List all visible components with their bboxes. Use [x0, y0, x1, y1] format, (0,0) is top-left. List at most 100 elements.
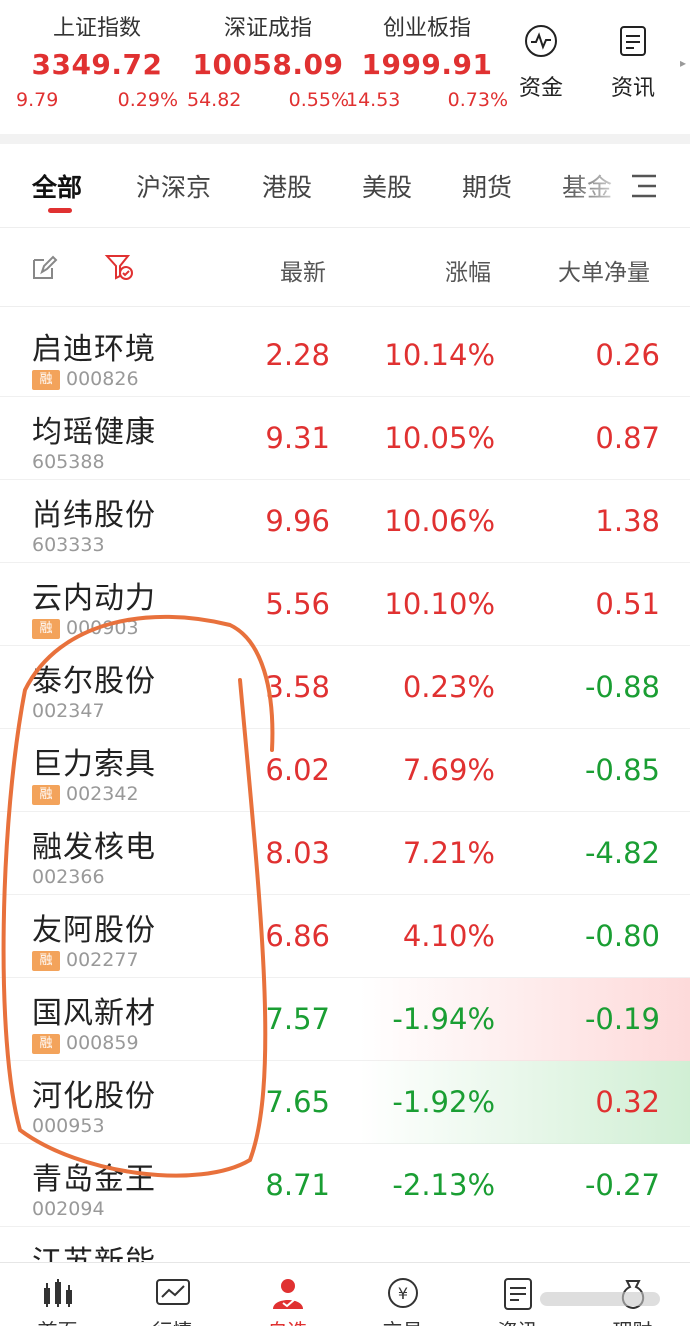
stock-name: 国风新材 — [32, 996, 156, 1031]
nav-watchlist[interactable]: 自选 — [230, 1263, 345, 1326]
stock-name: 青岛金王 — [32, 1162, 156, 1197]
stock-code: 000859 — [66, 1032, 139, 1054]
fund-label: 资金 — [518, 76, 563, 101]
watermark — [540, 1292, 660, 1306]
stock-row[interactable]: 启迪环境融 000826 2.28 10.14% 0.26 — [0, 314, 690, 397]
index-name: 上证指数 — [52, 16, 141, 41]
tab-hk-stocks[interactable]: 港股 — [262, 168, 312, 204]
stock-row[interactable]: 国风新材融 000859 7.57 -1.94% -0.19 — [0, 978, 690, 1061]
stock-code: 000903 — [66, 617, 139, 639]
index-change: 9.79 — [16, 89, 59, 111]
active-tab-indicator — [48, 208, 72, 213]
index-shanghai[interactable]: 上证指数 3349.72 9.79 0.29% — [12, 14, 182, 114]
stock-change-percent: -1.94% — [392, 1002, 495, 1036]
stock-net-volume: 0.32 — [595, 1085, 660, 1119]
market-tabs: 全部 沪深京 港股 美股 期货 基金 — [0, 144, 690, 228]
stock-code: 002342 — [66, 783, 139, 805]
stock-net-volume: -0.80 — [584, 919, 660, 953]
divider — [0, 134, 690, 144]
index-name: 创业板指 — [382, 16, 471, 41]
index-change: 54.82 — [187, 89, 242, 111]
column-net-volume[interactable]: 大单净量 — [558, 253, 650, 287]
stock-net-volume: 0.51 — [595, 587, 660, 621]
stock-row[interactable]: 尚纬股份 603333 9.96 10.06% 1.38 — [0, 480, 690, 563]
nav-market[interactable]: 行情 — [115, 1263, 230, 1326]
stock-name: 河化股份 — [32, 1079, 156, 1114]
stock-net-volume: -0.19 — [584, 1002, 660, 1036]
nav-label: 自选 — [230, 1315, 345, 1326]
tabs-fade — [560, 144, 690, 226]
index-percent: 0.29% — [117, 89, 178, 111]
margin-badge: 融 — [32, 785, 60, 805]
fund-button[interactable]: 资金 — [506, 24, 576, 102]
tab-futures[interactable]: 期货 — [462, 168, 512, 204]
menu-icon[interactable] — [628, 172, 660, 200]
nav-label: 资讯 — [460, 1315, 575, 1326]
index-bar: 上证指数 3349.72 9.79 0.29% 深证成指 10058.09 54.… — [0, 0, 690, 134]
index-value: 10058.09 — [192, 48, 344, 81]
stock-row[interactable]: 巨力索具融 002342 6.02 7.69% -0.85 — [0, 729, 690, 812]
stock-price: 2.28 — [265, 338, 330, 372]
stock-name: 启迪环境 — [32, 332, 156, 367]
stock-row[interactable]: 河化股份 000953 7.65 -1.92% 0.32 — [0, 1061, 690, 1144]
watchlist-icon — [272, 1279, 303, 1309]
nav-label: 行情 — [115, 1315, 230, 1326]
nav-home[interactable]: 首页 — [0, 1263, 115, 1326]
stock-change-percent: 10.14% — [384, 338, 495, 372]
stock-change-percent: -1.92% — [392, 1085, 495, 1119]
tab-us-stocks[interactable]: 美股 — [362, 168, 412, 204]
column-latest[interactable]: 最新 — [280, 253, 326, 287]
news-label: 资讯 — [610, 76, 655, 101]
filter-icon[interactable] — [104, 252, 134, 282]
margin-badge: 融 — [32, 1034, 60, 1054]
stock-name: 云内动力 — [32, 581, 156, 616]
stock-code: 000953 — [32, 1115, 105, 1137]
news-icon — [503, 1278, 532, 1310]
stock-name: 泰尔股份 — [32, 664, 156, 699]
document-icon — [620, 26, 646, 56]
index-shenzhen[interactable]: 深证成指 10058.09 54.82 0.55% — [183, 14, 353, 114]
stock-price: 7.57 — [265, 1002, 330, 1036]
stock-code: 002094 — [32, 1198, 105, 1220]
stock-name: 尚纬股份 — [32, 498, 156, 533]
stock-name: 友阿股份 — [32, 913, 156, 948]
stock-code: 603333 — [32, 534, 105, 556]
stock-row[interactable]: 友阿股份融 002277 6.86 4.10% -0.80 — [0, 895, 690, 978]
stock-net-volume: -0.27 — [584, 1168, 660, 1202]
news-button[interactable]: 资讯 — [598, 24, 668, 102]
index-percent: 0.73% — [447, 89, 508, 111]
stock-net-volume: -0.88 — [584, 670, 660, 704]
tab-all[interactable]: 全部 — [32, 168, 82, 204]
stock-row[interactable]: 均瑶健康 605388 9.31 10.05% 0.87 — [0, 397, 690, 480]
pulse-icon — [525, 25, 557, 57]
stock-row[interactable]: 青岛金王 002094 8.71 -2.13% -0.27 — [0, 1144, 690, 1227]
stock-net-volume: 0.87 — [595, 421, 660, 455]
stock-code: 002366 — [32, 866, 105, 888]
stock-row[interactable]: 融发核电 002366 8.03 7.21% -4.82 — [0, 812, 690, 895]
stock-net-volume: 0.26 — [595, 338, 660, 372]
stock-change-percent: 10.05% — [384, 421, 495, 455]
stock-price: 6.86 — [265, 919, 330, 953]
tab-shanghai-shenzhen-beijing[interactable]: 沪深京 — [136, 168, 211, 204]
index-percent: 0.55% — [288, 89, 349, 111]
nav-label: 理财 — [575, 1315, 690, 1326]
index-value: 3349.72 — [31, 48, 163, 81]
stock-row[interactable]: 泰尔股份 002347 3.58 0.23% -0.88 — [0, 646, 690, 729]
stock-net-volume: 1.38 — [595, 504, 660, 538]
stock-change-percent: 10.10% — [384, 587, 495, 621]
index-name: 深证成指 — [223, 16, 312, 41]
edit-icon[interactable] — [30, 254, 58, 282]
column-change[interactable]: 涨幅 — [445, 253, 491, 287]
stock-name: 巨力索具 — [32, 747, 156, 782]
nav-trade[interactable]: ¥ 交易 — [345, 1263, 460, 1326]
index-chinext[interactable]: 创业板指 1999.91 14.53 0.73% — [342, 14, 512, 114]
chevron-right-icon[interactable]: ▸ — [680, 56, 686, 70]
stock-code: 000826 — [66, 368, 139, 390]
stock-price: 3.58 — [265, 670, 330, 704]
stock-price: 8.03 — [265, 836, 330, 870]
margin-badge: 融 — [32, 619, 60, 639]
stock-code: 002277 — [66, 949, 139, 971]
stock-change-percent: -2.13% — [392, 1168, 495, 1202]
trade-icon: ¥ — [387, 1278, 418, 1308]
stock-row[interactable]: 云内动力融 000903 5.56 10.10% 0.51 — [0, 563, 690, 646]
